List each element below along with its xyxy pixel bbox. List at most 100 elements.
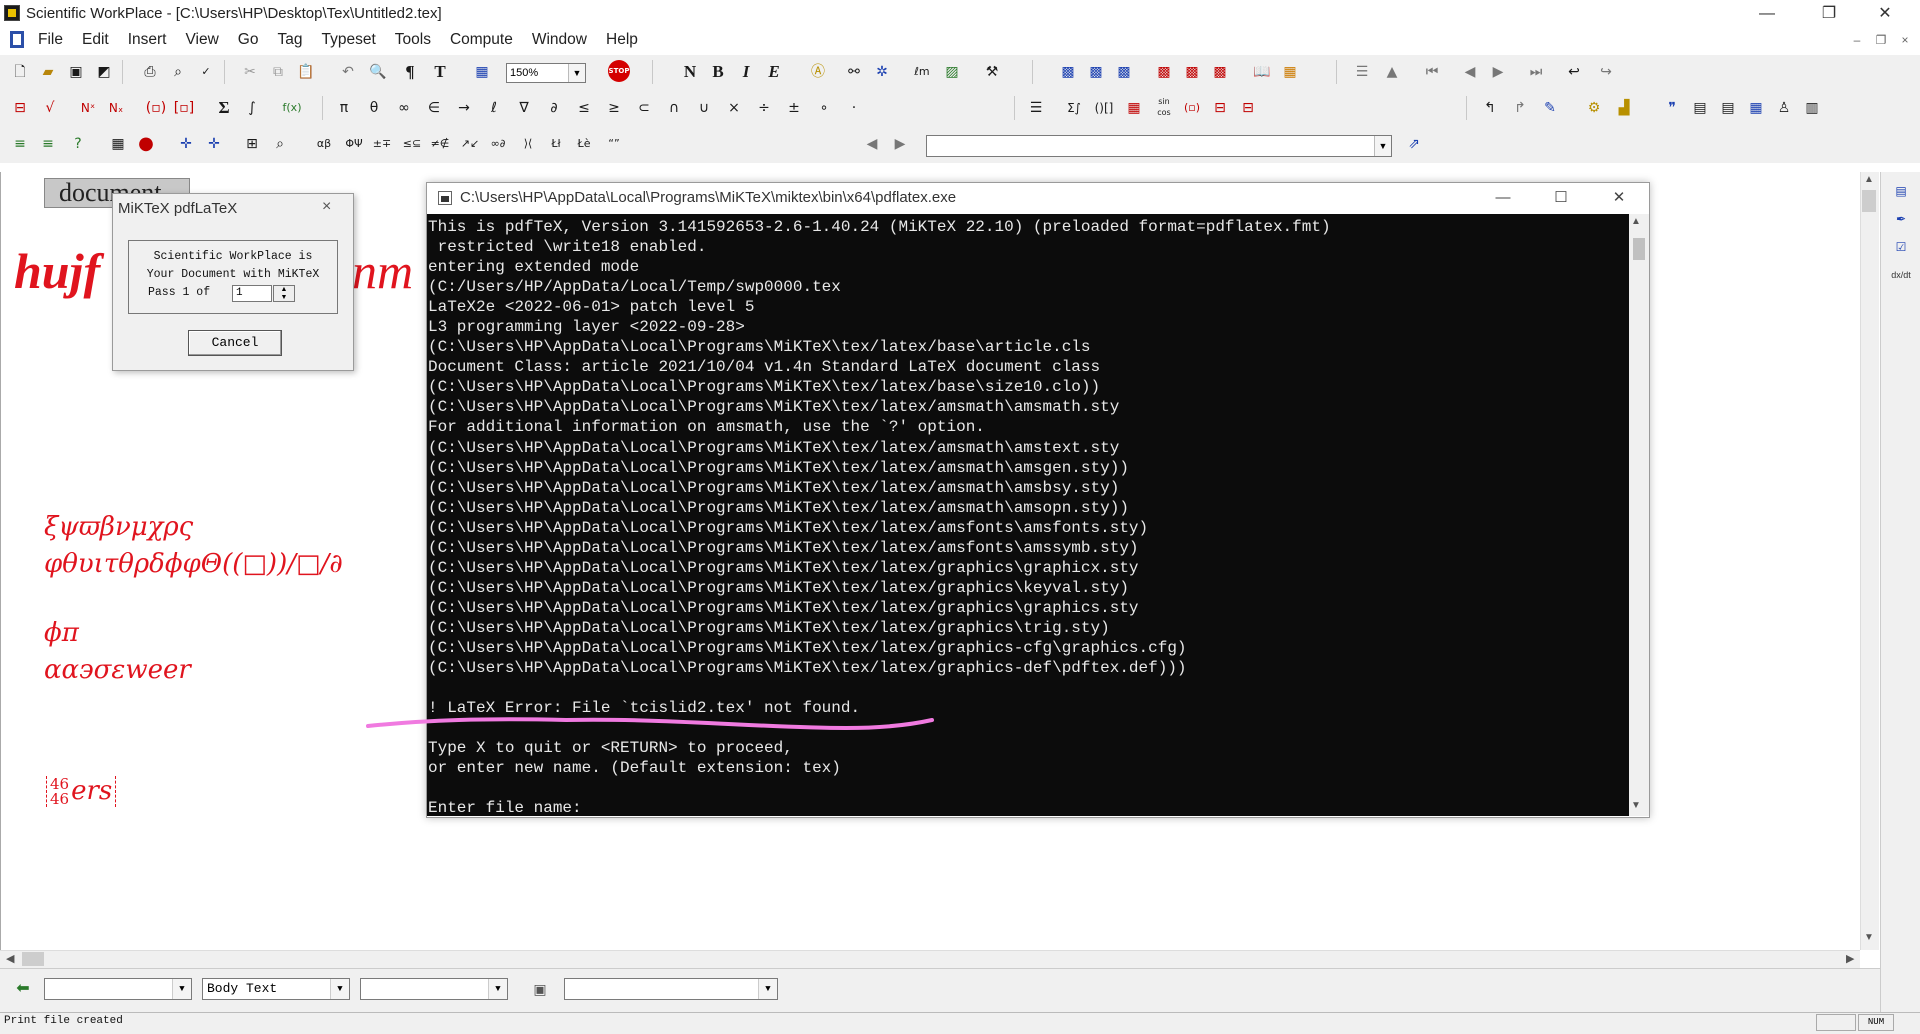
math-line-5[interactable]: 46 46ers [46,776,117,807]
menu-help[interactable]: Help [606,31,647,49]
macro-icon[interactable]: ♙ [1772,96,1796,120]
spell-check-icon[interactable]: ✓ [194,60,218,84]
console-icon[interactable] [438,191,452,205]
subscript-icon[interactable]: Nₓ [104,96,128,120]
new-file-icon[interactable]: 🗋 [8,60,32,84]
superscript-icon[interactable]: Nˣ [76,96,100,120]
pdf-compile-icon[interactable]: ▩ [1208,60,1232,84]
console-close-button[interactable]: ✕ [1590,184,1648,212]
tex-field-icon[interactable]: ▦ [1744,96,1768,120]
scroll-up-icon[interactable]: ▲ [1864,174,1874,185]
symbol-cdot[interactable]: · [842,96,866,120]
symbol-infinity[interactable]: ∞ [392,96,416,120]
arrows-icon[interactable]: ↗↙ [458,132,482,156]
document-scroll-thumb[interactable] [1862,190,1876,212]
symbol-geq[interactable]: ≥ [602,96,626,120]
spin-down-icon[interactable]: ▼ [274,294,294,302]
first-page-icon[interactable]: ⏮ [1420,60,1444,84]
app-icon[interactable] [4,5,20,21]
save-icon[interactable]: ▣ [64,60,88,84]
section-tag-select[interactable]: ▼ [44,978,192,1000]
paragraph-icon[interactable]: ¶ [398,60,422,84]
note-icon[interactable]: ▤ [1688,96,1712,120]
paste-icon[interactable]: 📋 [294,60,318,84]
edit-field-icon[interactable]: ℓm [910,60,934,84]
brackets-menu-icon[interactable]: ()[] [1092,96,1116,120]
move-up-icon[interactable]: ▲ [1380,60,1404,84]
horizontal-scroll-thumb[interactable] [22,952,44,966]
integral-button[interactable]: ∫ [240,96,264,120]
plot-icon[interactable]: ▟ [1612,96,1636,120]
undo-icon[interactable]: ↶ [336,60,360,84]
symbol-times[interactable]: × [722,96,746,120]
binoculars-icon[interactable]: ⚯ [842,60,866,84]
misc-symbols-icon[interactable]: ∞∂ [486,132,510,156]
symbol-divide[interactable]: ÷ [752,96,776,120]
menu-typeset[interactable]: Typeset [321,31,384,49]
zoom-select[interactable]: 150% ▼ [506,63,586,83]
greek-upper-icon[interactable]: ΦΨ [342,132,366,156]
binary-ops-icon[interactable]: ±∓ [370,132,394,156]
menu-insert[interactable]: Insert [128,31,176,49]
menu-window[interactable]: Window [532,31,596,49]
find-icon[interactable]: 🔍 [366,60,390,84]
menu-compute[interactable]: Compute [450,31,522,49]
operators-icon[interactable]: Σ∫ [1062,96,1086,120]
save-all-icon[interactable]: ◩ [92,60,116,84]
symbol-pi[interactable]: π [332,96,356,120]
math-line-3[interactable]: ϕπ [44,618,79,648]
restore-button[interactable]: ❐ [1806,0,1852,28]
symbol-nabla[interactable]: ∇ [512,96,536,120]
prev-icon[interactable]: ◀ [1458,60,1482,84]
cut-icon[interactable]: ✂ [238,60,262,84]
math-line-2[interactable]: φθυιτθρδϕφΘ((□))/□/∂ [44,549,343,579]
side-pen-icon[interactable]: ✒ [1889,208,1913,230]
math-line-1[interactable]: ξψϖβνμχρς [44,512,193,542]
quotes-icon[interactable]: “” [602,132,626,156]
stop-compute-icon[interactable]: ● [134,132,158,156]
normal-text-button[interactable]: N [678,60,702,84]
greek-icon[interactable]: αβ [312,132,336,156]
console-scroll-thumb[interactable] [1633,238,1645,260]
document-heading-tail[interactable]: nm [352,242,413,300]
document-heading[interactable]: hujf [14,242,100,300]
text-tag-select[interactable]: ▼ [360,978,508,1000]
evaluate-numerically-icon[interactable]: ≡ [36,132,60,156]
symbol-theta[interactable]: θ [362,96,386,120]
history-forward-icon[interactable]: ↪ [1594,60,1618,84]
document-vertical-scrollbar[interactable] [1860,172,1879,950]
quote-icon[interactable]: ❞ [1660,96,1684,120]
menu-tools[interactable]: Tools [395,31,440,49]
neg-relations-icon[interactable]: ≠∉ [428,132,452,156]
grid-options-icon[interactable]: ▦ [1278,60,1302,84]
scroll-right-icon[interactable]: ▶ [1846,952,1854,965]
marker-select[interactable]: ▼ [926,135,1392,157]
text-mode-icon[interactable]: T [428,60,452,84]
emphasis-button[interactable]: E [762,60,786,84]
accents-icon[interactable]: Łè [572,132,596,156]
insert-picture-icon[interactable]: ▨ [940,60,964,84]
history-back-icon[interactable]: ↩ [1562,60,1586,84]
table-icon[interactable]: ▦ [470,60,494,84]
pdf-print-icon[interactable]: ▩ [1180,60,1204,84]
print-icon[interactable]: ⎙ [138,60,162,84]
function-names-icon[interactable]: sin cos [1152,96,1176,120]
marker-icon[interactable]: ✎ [1538,96,1562,120]
menu-view[interactable]: View [185,31,227,49]
delimiters-icon[interactable]: ⟩⟨ [516,132,540,156]
preview-icon[interactable]: ▩ [1056,60,1080,84]
binomial-icon[interactable]: (▫) [1180,96,1204,120]
console-scroll-down-icon[interactable]: ▼ [1631,800,1641,811]
sum-button[interactable]: Σ [212,96,236,120]
relations-icon[interactable]: ≤⊆ [400,132,424,156]
nav-forward-icon[interactable]: ▶ [888,132,912,156]
body-tag-select[interactable]: Body Text ▼ [202,978,350,1000]
go-to-marker-icon[interactable]: ⇗ [1402,132,1426,156]
pass-count-input[interactable]: 1 [232,285,272,302]
pass-spinner[interactable]: ▲ ▼ [273,285,295,302]
menu-go[interactable]: Go [238,31,268,49]
console-maximize-button[interactable]: ☐ [1532,184,1590,212]
fraction-icon[interactable]: ⊟ [8,96,32,120]
console-scrollbar[interactable] [1629,214,1649,816]
typeset-preview-icon[interactable]: ▩ [1084,60,1108,84]
